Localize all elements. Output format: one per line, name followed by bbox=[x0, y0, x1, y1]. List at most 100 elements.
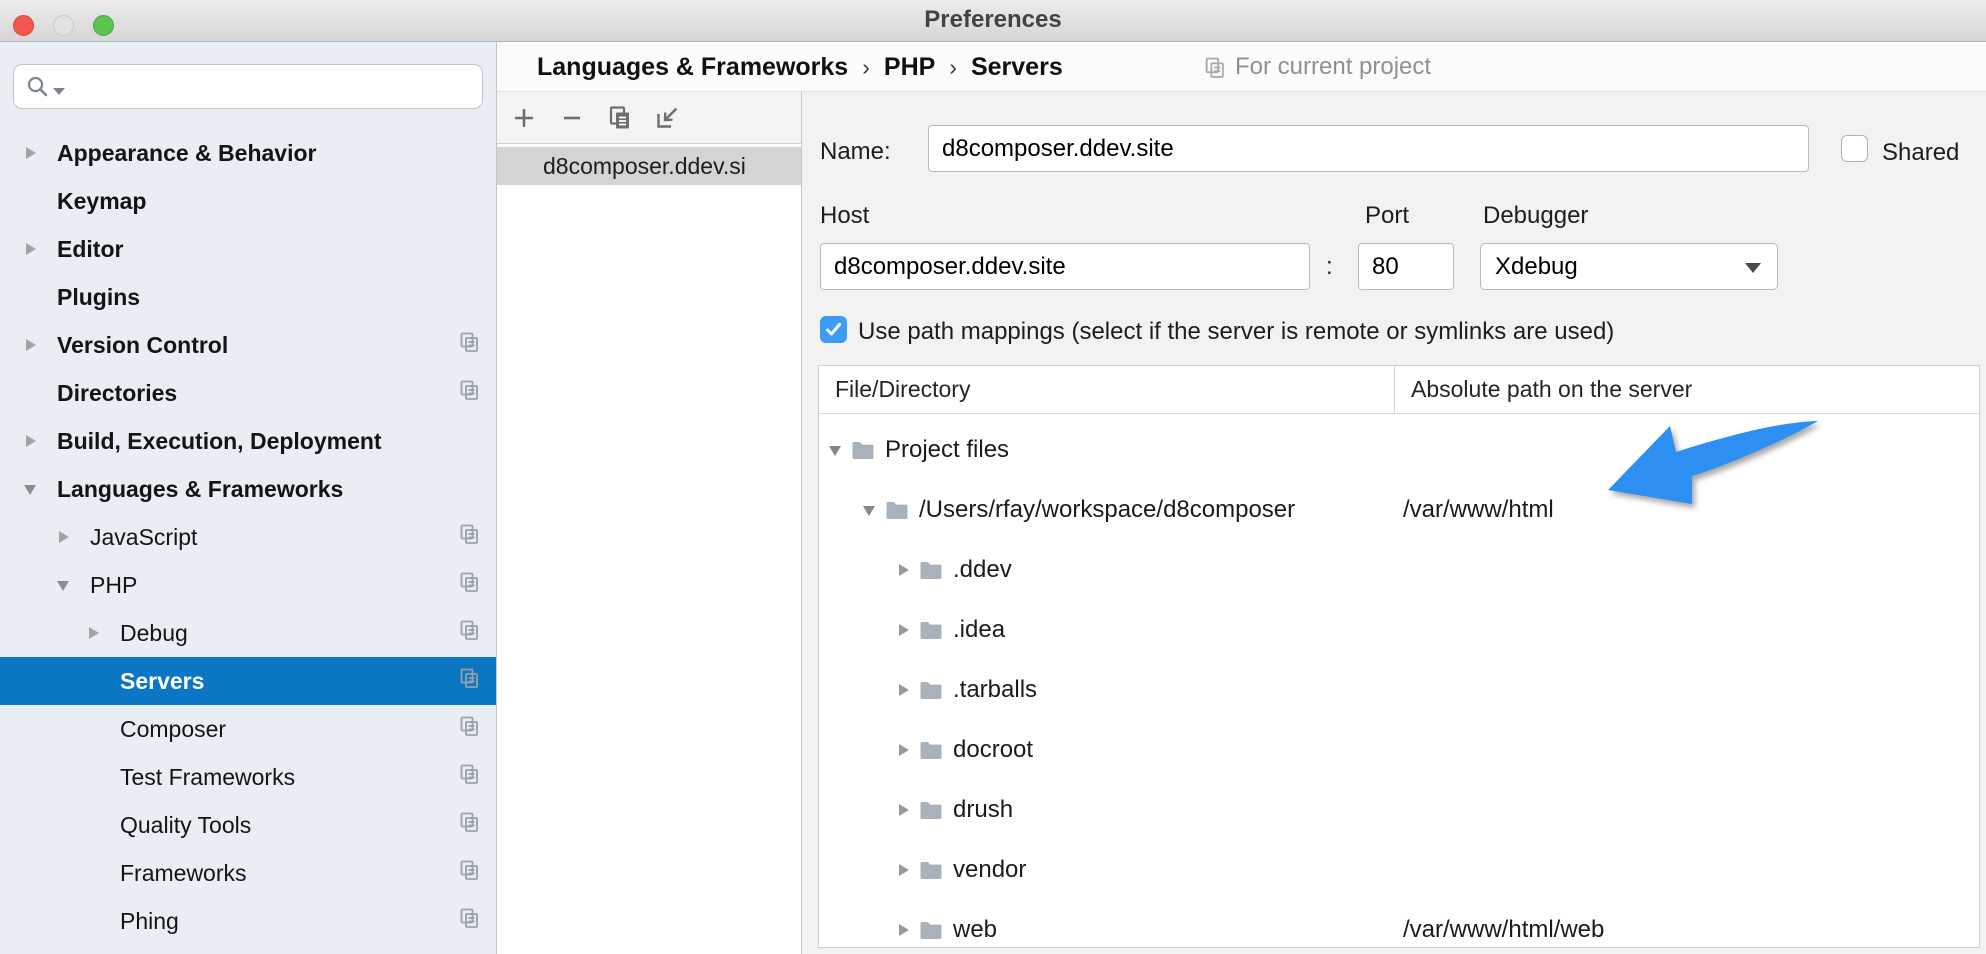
sidebar-item-label: Quality Tools bbox=[120, 812, 458, 839]
expand-triangle-icon[interactable] bbox=[86, 817, 102, 833]
sidebar-item-label: Directories bbox=[57, 380, 458, 407]
port-input[interactable] bbox=[1358, 243, 1454, 290]
name-label: Name: bbox=[820, 138, 891, 166]
expand-triangle-icon[interactable] bbox=[23, 433, 39, 449]
expand-triangle-icon[interactable] bbox=[86, 625, 102, 641]
folder-icon bbox=[885, 500, 909, 520]
window-titlebar[interactable]: Preferences bbox=[0, 0, 1986, 42]
scope-label: For current project bbox=[1235, 53, 1431, 81]
host-input[interactable] bbox=[820, 243, 1310, 290]
expand-triangle-icon[interactable] bbox=[897, 562, 911, 578]
sidebar-item[interactable]: Phing bbox=[0, 897, 496, 945]
name-input[interactable] bbox=[928, 125, 1809, 172]
local-path: .tarballs bbox=[953, 676, 1037, 704]
use-path-mappings-label[interactable]: Use path mappings (select if the server … bbox=[858, 318, 1614, 346]
sidebar-item[interactable]: Languages & Frameworks bbox=[0, 465, 496, 513]
sidebar-item[interactable]: Plugins bbox=[0, 273, 496, 321]
expand-triangle-icon[interactable] bbox=[86, 865, 102, 881]
remote-path[interactable]: /var/www/html/web bbox=[1403, 916, 1604, 944]
column-header-absolute-path[interactable]: Absolute path on the server bbox=[1411, 366, 1692, 413]
expand-triangle-icon[interactable] bbox=[897, 682, 911, 698]
shared-checkbox[interactable] bbox=[1841, 135, 1868, 162]
search-options-chevron-icon[interactable] bbox=[53, 88, 65, 95]
expand-triangle-icon[interactable] bbox=[86, 721, 102, 737]
expand-triangle-icon[interactable] bbox=[23, 241, 39, 257]
sidebar-item[interactable]: Directories bbox=[0, 369, 496, 417]
expand-triangle-icon[interactable] bbox=[897, 742, 911, 758]
debugger-dropdown[interactable]: Xdebug bbox=[1480, 243, 1778, 290]
local-path: web bbox=[953, 916, 997, 944]
expand-triangle-icon[interactable] bbox=[23, 385, 39, 401]
expand-triangle-icon[interactable] bbox=[86, 913, 102, 929]
expand-triangle-icon[interactable] bbox=[863, 502, 877, 518]
mapping-tree-row[interactable]: .idea bbox=[819, 600, 1979, 660]
shared-label[interactable]: Shared bbox=[1882, 139, 1959, 167]
local-path: /Users/rfay/workspace/d8composer bbox=[919, 496, 1295, 524]
expand-triangle-icon[interactable] bbox=[56, 577, 72, 593]
remote-path[interactable]: /var/www/html bbox=[1403, 496, 1554, 524]
sidebar-item[interactable]: Build, Execution, Deployment bbox=[0, 417, 496, 465]
scope-indicator: For current project bbox=[1203, 42, 1431, 92]
folder-icon bbox=[919, 740, 943, 760]
sidebar-item[interactable]: Debug bbox=[0, 609, 496, 657]
folder-icon bbox=[919, 800, 943, 820]
shareable-settings-icon bbox=[458, 331, 480, 359]
sidebar-item[interactable]: Keymap bbox=[0, 177, 496, 225]
breadcrumb-separator: › bbox=[862, 54, 870, 81]
sidebar-item-label: Plugins bbox=[57, 284, 458, 311]
expand-triangle-icon[interactable] bbox=[23, 337, 39, 353]
sidebar-item-label: Composer bbox=[120, 716, 458, 743]
breadcrumb-php[interactable]: PHP bbox=[884, 53, 935, 82]
local-path: drush bbox=[953, 796, 1013, 824]
mapping-tree-row[interactable]: .ddev bbox=[819, 540, 1979, 600]
add-icon[interactable] bbox=[510, 104, 537, 131]
mapping-tree-row[interactable]: .tarballs bbox=[819, 660, 1979, 720]
shareable-settings-icon bbox=[458, 859, 480, 887]
expand-triangle-icon[interactable] bbox=[23, 145, 39, 161]
sidebar-item[interactable]: PHP bbox=[0, 561, 496, 609]
remove-icon[interactable] bbox=[558, 104, 585, 131]
expand-triangle-icon[interactable] bbox=[23, 481, 39, 497]
local-path: Project files bbox=[885, 436, 1009, 464]
expand-triangle-icon[interactable] bbox=[56, 529, 72, 545]
expand-triangle-icon[interactable] bbox=[86, 673, 102, 689]
sidebar-item[interactable]: Frameworks bbox=[0, 849, 496, 897]
mapping-tree-row[interactable]: docroot bbox=[819, 720, 1979, 780]
duplicate-icon[interactable] bbox=[606, 104, 633, 131]
sidebar-item[interactable]: JavaScript bbox=[0, 513, 496, 561]
expand-triangle-icon[interactable] bbox=[829, 442, 843, 458]
sidebar-item[interactable]: Editor bbox=[0, 225, 496, 273]
expand-triangle-icon[interactable] bbox=[897, 622, 911, 638]
settings-search-field[interactable] bbox=[13, 64, 483, 109]
sidebar-item-label: Appearance & Behavior bbox=[57, 140, 458, 167]
local-path: .ddev bbox=[953, 556, 1012, 584]
search-input[interactable] bbox=[65, 64, 482, 109]
use-path-mappings-checkbox[interactable] bbox=[820, 316, 847, 343]
sidebar-item[interactable]: Appearance & Behavior bbox=[0, 129, 496, 177]
mapping-tree-row[interactable]: web /var/www/html/web bbox=[819, 900, 1979, 948]
server-list-item[interactable]: d8composer.ddev.si bbox=[497, 147, 801, 185]
sidebar-item-label: JavaScript bbox=[90, 524, 458, 551]
sidebar-item[interactable]: Servers bbox=[0, 657, 496, 705]
expand-triangle-icon[interactable] bbox=[86, 769, 102, 785]
sidebar-item[interactable]: Composer bbox=[0, 705, 496, 753]
sidebar-item[interactable]: Test Frameworks bbox=[0, 753, 496, 801]
mapping-tree-row[interactable]: vendor bbox=[819, 840, 1979, 900]
column-divider[interactable] bbox=[1394, 366, 1395, 413]
mapping-tree-row[interactable]: drush bbox=[819, 780, 1979, 840]
sidebar-item-label: Phing bbox=[120, 908, 458, 935]
server-list: d8composer.ddev.si bbox=[497, 144, 801, 185]
expand-triangle-icon[interactable] bbox=[23, 289, 39, 305]
debugger-selected-value: Xdebug bbox=[1495, 253, 1578, 281]
sidebar-item[interactable]: Quality Tools bbox=[0, 801, 496, 849]
breadcrumb-servers[interactable]: Servers bbox=[971, 53, 1063, 82]
expand-triangle-icon[interactable] bbox=[897, 802, 911, 818]
servers-toolbar bbox=[497, 92, 801, 144]
sidebar-item[interactable]: Version Control bbox=[0, 321, 496, 369]
expand-triangle-icon[interactable] bbox=[23, 193, 39, 209]
column-header-file-directory[interactable]: File/Directory bbox=[835, 366, 970, 413]
import-icon[interactable] bbox=[654, 104, 681, 131]
breadcrumb-languages-frameworks[interactable]: Languages & Frameworks bbox=[537, 53, 848, 82]
expand-triangle-icon[interactable] bbox=[897, 862, 911, 878]
expand-triangle-icon[interactable] bbox=[897, 922, 911, 938]
